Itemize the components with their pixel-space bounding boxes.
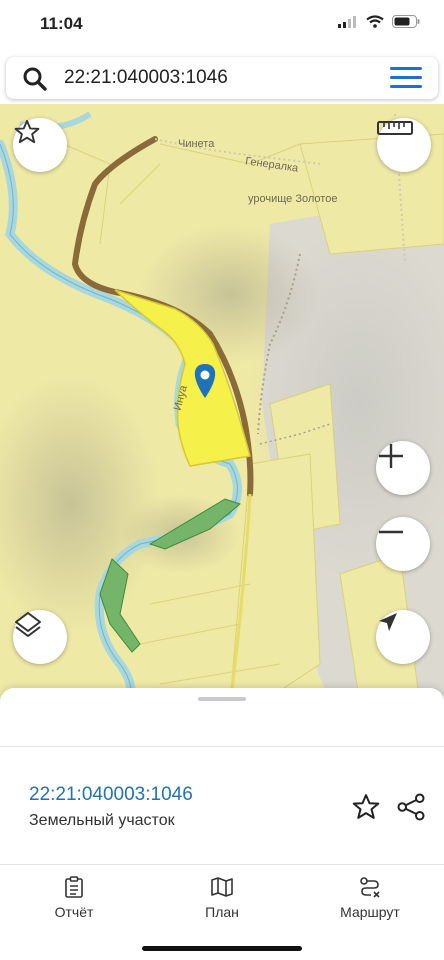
battery-icon [392,15,420,28]
tab-report[interactable]: Отчёт [19,876,129,920]
share-icon[interactable] [396,792,426,822]
tab-plan-label: План [205,904,239,920]
parcel-cadastral-number[interactable]: 22:21:040003:1046 [29,784,193,806]
sheet-drag-handle[interactable] [198,697,246,701]
map-plan-icon [211,877,233,897]
menu-icon[interactable] [390,67,422,89]
tab-route[interactable]: Маршрут [315,876,425,920]
status-time: 11:04 [40,14,83,33]
map-view[interactable]: Чинета Генералка урочище Золотое Инya [0,104,444,704]
sheet-bottom-divider [0,864,444,865]
status-bar: 11:04 [0,0,444,50]
minus-icon [379,530,403,534]
wifi-icon [366,15,384,28]
map-label-urochische: урочище Золотое [248,193,338,205]
home-indicator [142,946,302,951]
sheet-divider [0,746,444,747]
plus-icon [379,444,403,468]
tab-route-label: Маршрут [340,904,400,920]
search-icon[interactable] [22,66,48,92]
zoom-in-button[interactable] [376,441,430,495]
ruler-icon [377,121,413,135]
tab-report-label: Отчёт [54,904,94,920]
tab-plan[interactable]: План [167,876,277,920]
zoom-out-button[interactable] [376,517,430,571]
search-bar [6,57,438,99]
layers-icon [15,612,41,637]
layers-button[interactable] [13,610,67,664]
search-input[interactable] [64,65,364,91]
my-location-button[interactable] [376,610,430,664]
report-icon [65,876,83,898]
location-arrow-icon [379,613,397,631]
map-label-chineta: Чинета [178,138,215,150]
route-icon [360,877,380,898]
ruler-button[interactable] [377,118,431,172]
favorite-star-icon[interactable] [351,792,381,822]
cellular-signal-icon [338,15,356,28]
parcel-type: Земельный участок [29,812,175,829]
status-icons [338,15,420,28]
star-icon [14,119,40,144]
favorites-button[interactable] [13,118,67,172]
